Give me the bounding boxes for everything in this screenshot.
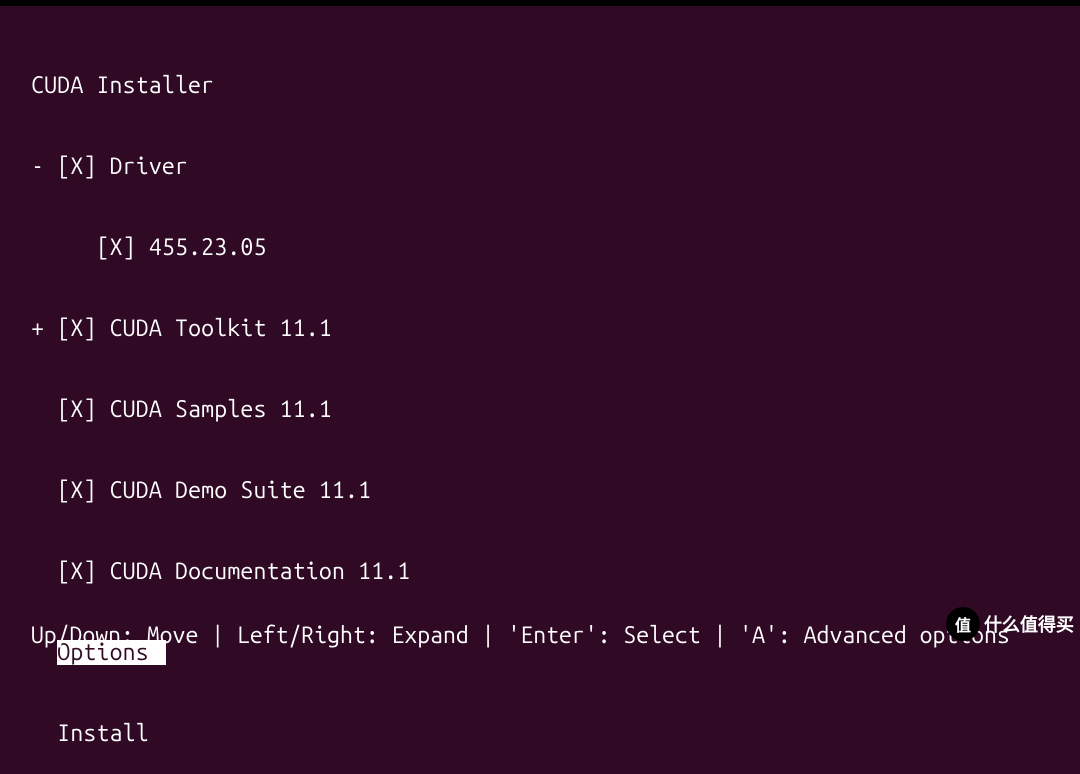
item-label: CUDA Samples 11.1 <box>110 397 332 422</box>
menu-item-install[interactable]: Install <box>0 720 1080 747</box>
installer-title: CUDA Installer <box>0 72 1080 99</box>
menu-item-driver-version[interactable]: [X] 455.23.05 <box>0 234 1080 261</box>
terminal-screen: CUDA Installer - [X] Driver [X] 455.23.0… <box>0 6 1080 774</box>
checkbox-icon[interactable]: [X] <box>57 397 96 422</box>
item-label: CUDA Demo Suite 11.1 <box>110 478 372 503</box>
checkbox-icon[interactable]: [X] <box>57 316 96 341</box>
checkbox-icon[interactable]: [X] <box>57 478 96 503</box>
checkbox-icon[interactable]: [X] <box>57 559 96 584</box>
checkbox-icon[interactable]: [X] <box>57 154 96 179</box>
item-label: Install <box>57 721 149 746</box>
checkbox-icon[interactable]: [X] <box>96 235 135 260</box>
watermark: 值 什么值得买 <box>946 607 1074 641</box>
menu-item-cuda-documentation[interactable]: [X] CUDA Documentation 11.1 <box>0 558 1080 585</box>
menu-item-driver[interactable]: - [X] Driver <box>0 153 1080 180</box>
menu-item-cuda-toolkit[interactable]: + [X] CUDA Toolkit 11.1 <box>0 315 1080 342</box>
menu-item-cuda-samples[interactable]: [X] CUDA Samples 11.1 <box>0 396 1080 423</box>
item-label: Driver <box>110 154 188 179</box>
watermark-text: 什么值得买 <box>984 611 1074 637</box>
keybindings-help: Up/Down: Move | Left/Right: Expand | 'En… <box>18 622 1010 649</box>
menu-item-cuda-demo-suite[interactable]: [X] CUDA Demo Suite 11.1 <box>0 477 1080 504</box>
item-label: 455.23.05 <box>149 235 267 260</box>
item-label: CUDA Documentation 11.1 <box>110 559 411 584</box>
item-label: CUDA Toolkit 11.1 <box>110 316 332 341</box>
watermark-icon: 值 <box>946 607 980 641</box>
